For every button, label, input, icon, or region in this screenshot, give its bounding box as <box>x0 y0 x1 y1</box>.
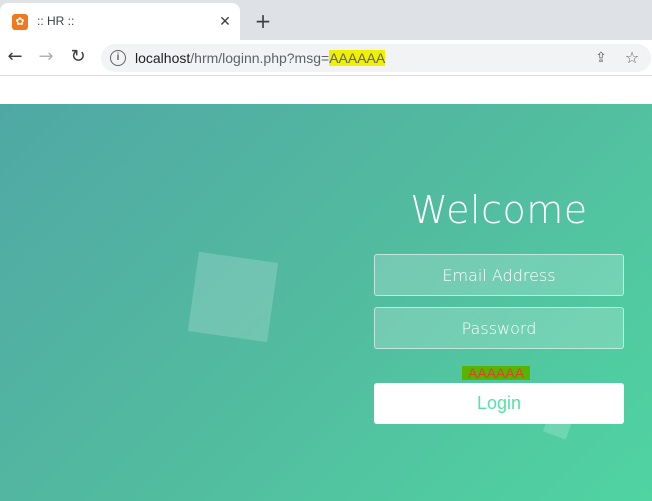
login-background: Welcome AAAAAA Login <box>0 104 652 501</box>
reload-icon[interactable]: ↻ <box>67 46 89 68</box>
decorative-square <box>187 251 279 343</box>
back-icon[interactable]: ← <box>4 46 26 68</box>
bookmark-star-icon[interactable]: ☆ <box>622 48 642 68</box>
new-tab-button[interactable]: + <box>253 11 273 31</box>
message-text: AAAAAA <box>462 366 531 380</box>
forward-icon[interactable]: → <box>35 46 57 68</box>
url-text[interactable]: localhost/hrm/loginn.php?msg=AAAAAA <box>135 50 386 66</box>
login-button[interactable]: Login <box>374 383 624 424</box>
xampp-icon: ✿ <box>12 14 28 30</box>
address-bar[interactable]: i localhost/hrm/loginn.php?msg=AAAAAA ⇪ … <box>101 44 651 72</box>
url-highlight: AAAAAA <box>329 50 386 66</box>
tab-title: :: HR :: <box>37 14 75 28</box>
close-icon[interactable]: ✕ <box>215 12 235 32</box>
share-icon[interactable]: ⇪ <box>591 48 611 68</box>
tab-strip: ✿ :: HR :: ✕ + <box>0 0 652 40</box>
info-icon[interactable]: i <box>110 50 126 66</box>
url-host: localhost <box>135 50 191 66</box>
browser-toolbar: ← → ↻ i localhost/hrm/loginn.php?msg=AAA… <box>0 40 652 76</box>
browser-tab[interactable]: ✿ :: HR :: ✕ <box>0 3 240 40</box>
email-field[interactable] <box>374 254 624 296</box>
password-field[interactable] <box>374 307 624 349</box>
url-path: /hrm/loginn.php?msg= <box>190 50 330 66</box>
page-top-strip <box>0 76 652 104</box>
welcome-heading: Welcome <box>410 188 588 232</box>
